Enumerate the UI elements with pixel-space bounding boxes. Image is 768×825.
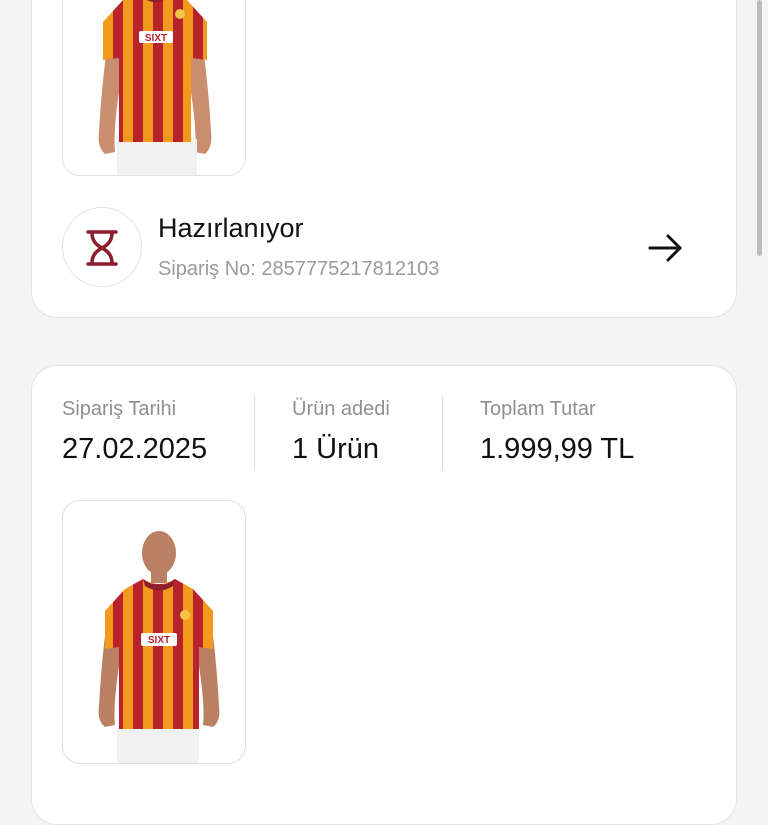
hourglass-icon [86,230,118,266]
product-thumbnail[interactable]: SIXT [62,0,246,176]
order-date-block: Sipariş Tarihi 27.02.2025 [62,398,207,466]
order-date-label: Sipariş Tarihi [62,398,177,420]
total-block: Toplam Tutar 1.999,99 TL [480,398,634,466]
item-count-value: 1 Ürün [292,433,380,465]
divider [254,396,255,470]
jersey-image: SIXT [98,0,212,175]
order-card: SIXT Hazırlanıyor Sipariş No: 2857775217… [31,0,737,318]
arrow-right-icon [648,234,682,262]
scrollbar[interactable] [757,0,762,256]
divider [442,396,443,470]
order-status-title: Hazırlanıyor [158,213,304,243]
product-thumbnail[interactable]: SIXT [62,500,246,764]
order-date-value: 27.02.2025 [62,433,208,465]
status-icon [62,207,142,287]
item-count-label: Ürün adedi [292,398,390,420]
jersey-image: SIXT [98,531,220,763]
item-count-block: Ürün adedi 1 Ürün [292,398,390,466]
order-number-value: 2857775217812103 [261,258,440,280]
order-number: Sipariş No: 2857775217812103 [158,258,439,281]
order-number-label: Sipariş No: [158,258,256,280]
order-card: Sipariş Tarihi 27.02.2025 Ürün adedi 1 Ü… [31,365,737,825]
svg-text:SIXT: SIXT [148,635,170,646]
svg-text:SIXT: SIXT [145,33,167,44]
total-value: 1.999,99 TL [480,433,635,465]
order-detail-button[interactable] [644,231,688,265]
total-label: Toplam Tutar [480,398,596,420]
